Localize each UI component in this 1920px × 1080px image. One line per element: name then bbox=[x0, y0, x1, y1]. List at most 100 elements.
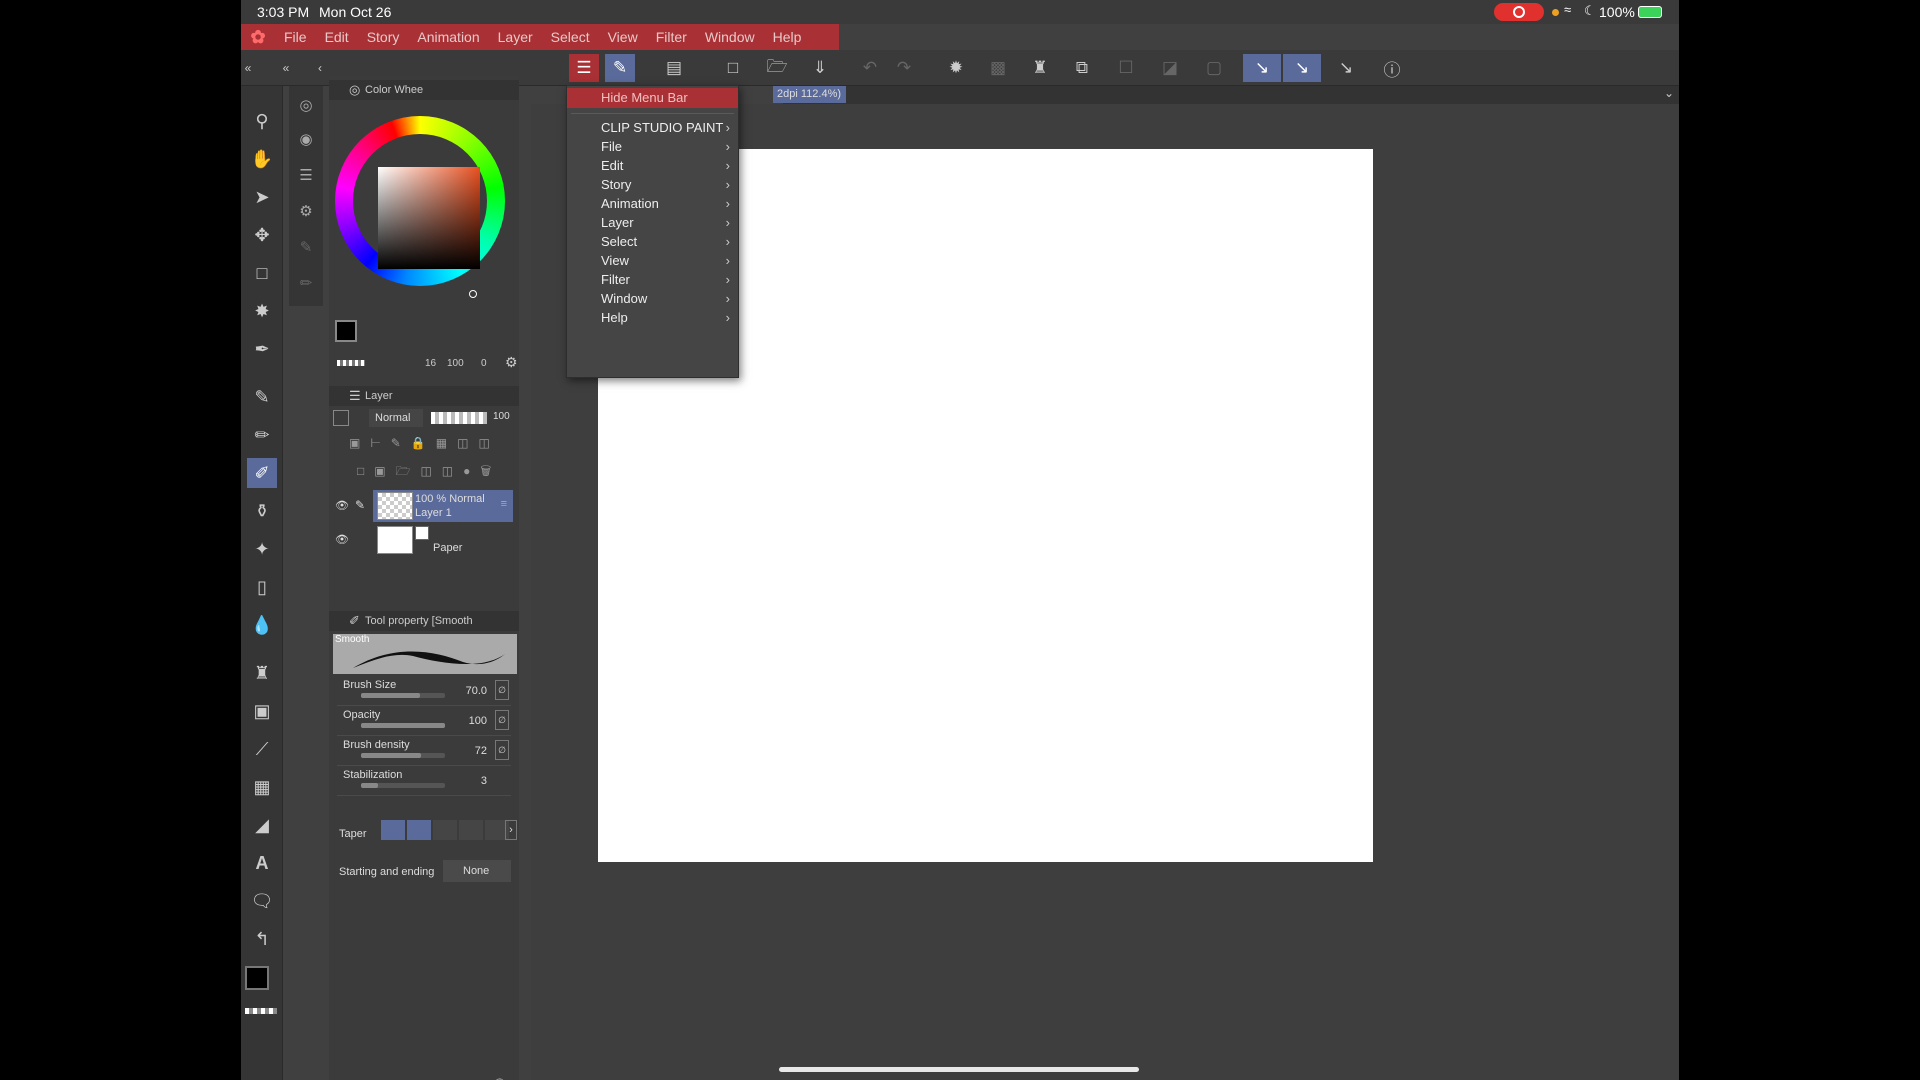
color-icon[interactable]: ◉ bbox=[293, 126, 319, 152]
pressure-toggle-icon[interactable]: ∅ bbox=[495, 710, 509, 730]
new-file-icon[interactable]: □ bbox=[718, 54, 748, 82]
brush-settings-icon[interactable]: ⚙ bbox=[293, 198, 319, 224]
menu-layer[interactable]: Layer bbox=[489, 29, 542, 45]
property-row[interactable]: Brush density 72 ∅ bbox=[337, 736, 511, 766]
save-icon[interactable]: ⇓ bbox=[805, 54, 835, 82]
dropdown-item-clip-studio-paint[interactable]: CLIP STUDIO PAINT › bbox=[567, 118, 738, 137]
fill-selection-icon[interactable]: ◪ bbox=[1155, 54, 1185, 82]
chevron-left-icon[interactable]: ‹ bbox=[313, 54, 327, 82]
menu-file[interactable]: File bbox=[275, 29, 316, 45]
dropdown-item-window[interactable]: Window › bbox=[567, 289, 738, 308]
main-color-swatch-panel[interactable] bbox=[335, 320, 357, 342]
figure-icon[interactable]: ⟋ bbox=[247, 734, 277, 764]
pen-settings-icon[interactable]: ✎ bbox=[293, 234, 319, 260]
color-settings-icon[interactable]: ⚙ bbox=[505, 354, 518, 371]
brush-preview[interactable]: Smooth bbox=[333, 634, 517, 674]
property-slider[interactable] bbox=[361, 723, 445, 728]
taper-presets[interactable] bbox=[381, 820, 509, 840]
balloon-icon[interactable]: 🗨 bbox=[247, 886, 277, 916]
crop-icon[interactable]: ⧉ bbox=[1067, 54, 1097, 82]
blend-icon[interactable]: 💧 bbox=[247, 610, 277, 640]
property-slider[interactable] bbox=[361, 753, 445, 758]
layer-row-paper[interactable]: 👁 Paper bbox=[329, 524, 519, 558]
pen-icon[interactable]: ✎ bbox=[247, 382, 277, 412]
property-slider[interactable] bbox=[361, 693, 445, 698]
layers-icon[interactable]: ☰ bbox=[293, 162, 319, 188]
dropdown-item-help[interactable]: Help › bbox=[567, 308, 738, 327]
dropdown-item-file[interactable]: File › bbox=[567, 137, 738, 156]
selection-spinner-icon[interactable]: ✹ bbox=[941, 54, 971, 82]
magic-wand-icon[interactable]: ✸ bbox=[247, 296, 277, 326]
pen-pressure-icon[interactable]: ↘ bbox=[1243, 54, 1281, 82]
edit-mode-button[interactable]: ✎ bbox=[605, 54, 635, 82]
zoom-icon[interactable]: ⚲ bbox=[247, 106, 277, 136]
dropdown-item-story[interactable]: Story › bbox=[567, 175, 738, 194]
navigator-icon[interactable]: ◎ bbox=[293, 92, 319, 118]
menu-help[interactable]: Help bbox=[764, 29, 811, 45]
menu-story[interactable]: Story bbox=[358, 29, 409, 45]
clear-icon[interactable]: ☐ bbox=[1111, 54, 1141, 82]
gradient-icon[interactable]: ▣ bbox=[247, 696, 277, 726]
main-color-swatch[interactable] bbox=[245, 966, 269, 990]
fill-icon[interactable]: ♜ bbox=[247, 658, 277, 688]
layer-tools-row-2[interactable]: □▣🗁◫◫●🗑 bbox=[357, 462, 501, 483]
eraser-icon[interactable]: ▯ bbox=[247, 572, 277, 602]
dropdown-item-edit[interactable]: Edit › bbox=[567, 156, 738, 175]
dropdown-item-filter[interactable]: Filter › bbox=[567, 270, 738, 289]
color-picker-handle[interactable] bbox=[469, 290, 477, 298]
transparent-color-swatch[interactable] bbox=[245, 1008, 277, 1014]
clip-studio-logo-icon[interactable]: ✿ bbox=[241, 27, 275, 48]
pen-settings-icon[interactable]: ↘ bbox=[1331, 54, 1361, 82]
taper-next-icon[interactable]: › bbox=[505, 820, 517, 840]
collapse-left-icon[interactable]: « bbox=[241, 54, 255, 82]
airbrush-icon[interactable]: ⚱ bbox=[247, 496, 277, 526]
transparent-swatch-panel[interactable] bbox=[337, 360, 365, 366]
screen-record-icon[interactable] bbox=[1494, 3, 1544, 21]
hide-menu-bar-item[interactable]: Hide Menu Bar bbox=[567, 88, 738, 108]
fill-bucket-icon[interactable]: ♜ bbox=[1025, 54, 1055, 82]
operation-icon[interactable]: ➤ bbox=[247, 182, 277, 212]
start-end-select[interactable]: None bbox=[443, 860, 511, 882]
pressure-toggle-icon[interactable]: ∅ bbox=[495, 680, 509, 700]
menu-window[interactable]: Window bbox=[696, 29, 764, 45]
visibility-eye-icon[interactable]: 👁 bbox=[335, 499, 349, 512]
property-row[interactable]: Stabilization 3 bbox=[337, 766, 511, 796]
ruler-icon[interactable]: ◢ bbox=[247, 810, 277, 840]
layer-tools-row-1[interactable]: ▣⊢✎🔒▦◫◫ bbox=[349, 436, 500, 450]
brush-pressure-icon[interactable]: ↘ bbox=[1283, 54, 1321, 82]
property-row[interactable]: Brush Size 70.0 ∅ bbox=[337, 676, 511, 706]
companion-icon[interactable]: ▤ bbox=[659, 54, 689, 82]
hamburger-menu-button[interactable]: ☰ bbox=[569, 54, 599, 82]
transform-selection-icon[interactable]: ▩ bbox=[983, 54, 1013, 82]
opacity-slider[interactable] bbox=[431, 412, 487, 424]
decoration-icon[interactable]: ✦ bbox=[247, 534, 277, 564]
dropdown-item-layer[interactable]: Layer › bbox=[567, 213, 738, 232]
layer-color-toggle[interactable] bbox=[333, 410, 349, 426]
eyedropper-icon[interactable]: ✒ bbox=[247, 334, 277, 364]
brush-icon[interactable]: ✐ bbox=[247, 458, 277, 488]
home-indicator[interactable] bbox=[779, 1067, 1139, 1072]
canvas-tab[interactable]: 2dpi 112.4%) bbox=[773, 86, 846, 103]
menu-select[interactable]: Select bbox=[542, 29, 599, 45]
layer-menu-icon[interactable]: ≡ bbox=[501, 498, 507, 510]
selection-icon[interactable]: □ bbox=[247, 258, 277, 288]
hand-icon[interactable]: ✋ bbox=[247, 144, 277, 174]
undo-icon[interactable]: ↶ bbox=[855, 54, 885, 82]
visibility-eye-icon[interactable]: 👁 bbox=[335, 533, 349, 546]
deselect-icon[interactable]: ▢ bbox=[1199, 54, 1229, 82]
collapse-panel-icon[interactable]: « bbox=[279, 54, 293, 82]
chevron-down-icon[interactable]: ⌄ bbox=[1660, 86, 1678, 104]
open-folder-icon[interactable]: 🗁 bbox=[762, 54, 792, 82]
dropdown-item-animation[interactable]: Animation › bbox=[567, 194, 738, 213]
layer-row-1[interactable]: 👁 ✎ 100 % Normal Layer 1 ≡ bbox=[329, 490, 519, 524]
menu-animation[interactable]: Animation bbox=[408, 29, 488, 45]
property-row[interactable]: Opacity 100 ∅ bbox=[337, 706, 511, 736]
pressure-toggle-icon[interactable]: ∅ bbox=[495, 740, 509, 760]
property-slider[interactable] bbox=[361, 783, 445, 788]
pencil-settings-icon[interactable]: ✏ bbox=[293, 270, 319, 296]
dropdown-item-view[interactable]: View › bbox=[567, 251, 738, 270]
blend-mode-select[interactable]: Normal bbox=[369, 409, 423, 427]
redo-icon[interactable]: ↷ bbox=[889, 54, 919, 82]
frame-border-icon[interactable]: ▦ bbox=[247, 772, 277, 802]
saturation-square[interactable] bbox=[378, 167, 480, 269]
